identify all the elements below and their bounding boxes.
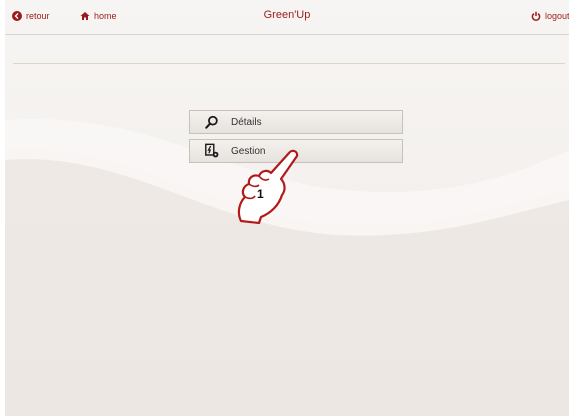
app-title: Green'Up [263, 9, 311, 21]
app-panel: retour home Green'Up logout Détails Gest… [5, 0, 569, 416]
content-divider [13, 63, 565, 64]
screen: retour home Green'Up logout Détails Gest… [0, 0, 574, 416]
details-button[interactable]: Détails [189, 110, 403, 134]
magnifier-icon [203, 113, 221, 131]
details-label: Détails [231, 116, 262, 128]
power-icon [531, 11, 541, 21]
management-icon [203, 142, 221, 160]
top-bar: retour home Green'Up logout [5, 0, 569, 34]
header-divider [5, 34, 569, 35]
logout-label: logout [545, 11, 569, 21]
pointing-hand-icon [237, 149, 299, 225]
step-number: 1 [257, 187, 264, 201]
logout-button[interactable]: logout [531, 11, 569, 21]
